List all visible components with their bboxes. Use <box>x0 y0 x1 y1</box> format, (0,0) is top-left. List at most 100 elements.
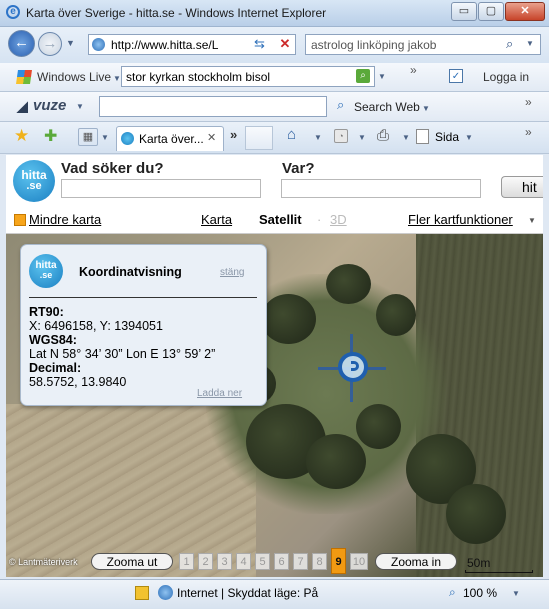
history-dropdown-icon[interactable]: ▼ <box>66 38 75 48</box>
live-search-dropdown-icon[interactable]: ▼ <box>378 72 386 81</box>
tree-cluster <box>306 434 366 489</box>
what-input[interactable] <box>61 179 261 198</box>
tree-cluster <box>376 294 416 336</box>
tab-list-dropdown-icon[interactable]: ▼ <box>101 133 109 142</box>
zoom-level-3[interactable]: 3 <box>217 553 232 570</box>
refresh-icon[interactable]: ⇆ <box>247 34 272 55</box>
panel-logo-top: hitta <box>35 260 57 271</box>
zoom-level-2[interactable]: 2 <box>198 553 213 570</box>
smaller-map-link[interactable]: Mindre karta <box>29 212 101 227</box>
hitta-logo-bottom: .se <box>26 180 42 192</box>
stop-icon[interactable]: ✕ <box>274 34 296 55</box>
more-functions-dropdown-icon[interactable]: ▼ <box>528 216 536 225</box>
vuze-overflow-icon[interactable]: » <box>525 95 532 109</box>
search-web-button[interactable]: Search Web <box>354 100 420 114</box>
zoom-level-1[interactable]: 1 <box>179 553 194 570</box>
window-title: Karta över Sverige - hitta.se - Windows … <box>26 6 327 20</box>
map-nav-bar: Mindre karta Karta Satellit · 3D Fler ka… <box>6 210 543 234</box>
map-copyright: © Lantmäteriverk <box>9 557 78 567</box>
search-icon[interactable]: ⌕ <box>506 36 513 52</box>
search-web-icon[interactable]: ⌕ <box>337 97 344 113</box>
forward-button[interactable]: → <box>38 32 62 56</box>
tree-cluster <box>326 264 371 304</box>
security-zone-text[interactable]: Internet | Skyddat läge: På <box>177 586 318 600</box>
quick-tabs-icon[interactable]: ▦ <box>78 128 98 146</box>
zoom-level-5[interactable]: 5 <box>255 553 270 570</box>
toolbar-overflow-icon[interactable]: » <box>410 63 417 77</box>
tab-map[interactable]: Karta <box>201 212 232 227</box>
zoom-magnifier-icon: ⌕ <box>449 585 456 599</box>
home-icon[interactable]: ⌂ <box>287 126 296 143</box>
ie-logo-icon: e <box>6 5 20 19</box>
new-tab-button[interactable] <box>245 126 273 150</box>
search-web-dropdown-icon[interactable]: ▼ <box>422 104 430 113</box>
smaller-map-icon[interactable] <box>14 214 26 226</box>
browser-search-input[interactable]: astrolog linköping jakob ⌕ ▼ <box>305 34 541 55</box>
what-label: Vad söker du? <box>61 160 164 177</box>
warning-icon <box>135 586 149 600</box>
zoom-level-6[interactable]: 6 <box>274 553 289 570</box>
vuze-search-input[interactable] <box>99 96 327 117</box>
hitta-logo-top: hitta <box>21 168 47 182</box>
zoom-in-button[interactable]: Zooma in <box>375 553 457 570</box>
home-dropdown-icon[interactable]: ▼ <box>314 133 322 142</box>
zoom-level-8[interactable]: 8 <box>312 553 327 570</box>
favorites-star-icon[interactable]: ★ <box>14 126 29 146</box>
coordinate-panel: hitta .se Koordinatvisning stäng RT90: X… <box>20 244 267 406</box>
zoom-out-button[interactable]: Zooma ut <box>91 553 173 570</box>
download-link[interactable]: Ladda ner <box>197 388 242 399</box>
zoom-level-7[interactable]: 7 <box>293 553 308 570</box>
vuze-label[interactable]: vuze <box>33 97 66 114</box>
tab-karta[interactable]: Karta över... ✕ <box>116 126 224 151</box>
panel-logo-bottom: .se <box>39 270 53 280</box>
add-favorite-icon[interactable]: ✚ <box>44 126 57 146</box>
page-icon[interactable] <box>416 129 429 144</box>
scale-label: 50m <box>467 556 491 570</box>
scale-bar <box>465 570 533 573</box>
where-input[interactable] <box>281 179 481 198</box>
live-search-icon[interactable]: ⌕ <box>356 69 370 83</box>
print-dropdown-icon[interactable]: ▼ <box>402 133 410 142</box>
hitta-logo[interactable]: hitta .se <box>13 160 55 202</box>
windows-flag-icon <box>16 70 32 84</box>
page-menu[interactable]: Sida <box>435 130 459 144</box>
vuze-dropdown-icon[interactable]: ▼ <box>76 102 84 111</box>
maximize-button[interactable]: ▢ <box>478 2 504 21</box>
windows-live-label[interactable]: Windows Live <box>37 70 111 84</box>
tab-3d[interactable]: 3D <box>330 212 347 227</box>
zoom-level-4[interactable]: 4 <box>236 553 251 570</box>
windows-live-search-value: stor kyrkan stockholm bisol <box>126 70 271 84</box>
command-overflow-icon[interactable]: » <box>525 125 532 139</box>
rt90-value: X: 6496158, Y: 1394051 <box>29 319 163 333</box>
window-title-bar: e Karta över Sverige - hitta.se - Window… <box>0 0 549 27</box>
page-zoom-level[interactable]: 100 % <box>463 586 497 600</box>
vuze-toolbar: ◢ vuze ▼ ⌕ Search Web ▼ » <box>0 92 549 122</box>
panel-close-link[interactable]: stäng <box>220 267 244 278</box>
page-menu-dropdown-icon[interactable]: ▼ <box>465 133 473 142</box>
more-map-functions-link[interactable]: Fler kartfunktioner <box>408 212 513 227</box>
feeds-dropdown-icon[interactable]: ▼ <box>358 133 366 142</box>
tab-close-icon[interactable]: ✕ <box>207 131 216 144</box>
tree-cluster <box>356 404 401 449</box>
internet-zone-icon <box>158 585 173 600</box>
checkbox-icon[interactable]: ✓ <box>449 69 463 83</box>
zoom-level-9-active[interactable]: 9 <box>331 548 346 574</box>
hitta-header: hitta .se Vad söker du? Var? hit <box>6 155 543 211</box>
windows-live-dropdown-icon[interactable]: ▼ <box>113 74 121 83</box>
feeds-icon[interactable]: ◔ <box>334 129 348 143</box>
tab-label: Karta över... <box>139 132 204 146</box>
minimize-button[interactable]: ▭ <box>451 2 477 21</box>
zoom-level-10[interactable]: 10 <box>350 553 368 570</box>
zoom-dropdown-icon[interactable]: ▼ <box>512 589 520 598</box>
page-globe-icon <box>92 38 105 51</box>
search-dropdown-icon[interactable]: ▼ <box>526 39 534 48</box>
close-window-button[interactable]: ✕ <box>505 2 545 21</box>
print-icon[interactable]: ⎙ <box>377 127 389 144</box>
windows-live-search-input[interactable]: stor kyrkan stockholm bisol ⌕ <box>121 66 375 87</box>
more-tabs-icon[interactable]: » <box>230 127 237 142</box>
position-marker-icon[interactable] <box>338 352 368 382</box>
back-button[interactable]: ← <box>8 30 35 57</box>
search-button[interactable]: hit <box>501 176 543 198</box>
login-link[interactable]: Logga in <box>483 70 529 84</box>
tab-satellite[interactable]: Satellit <box>259 212 302 227</box>
